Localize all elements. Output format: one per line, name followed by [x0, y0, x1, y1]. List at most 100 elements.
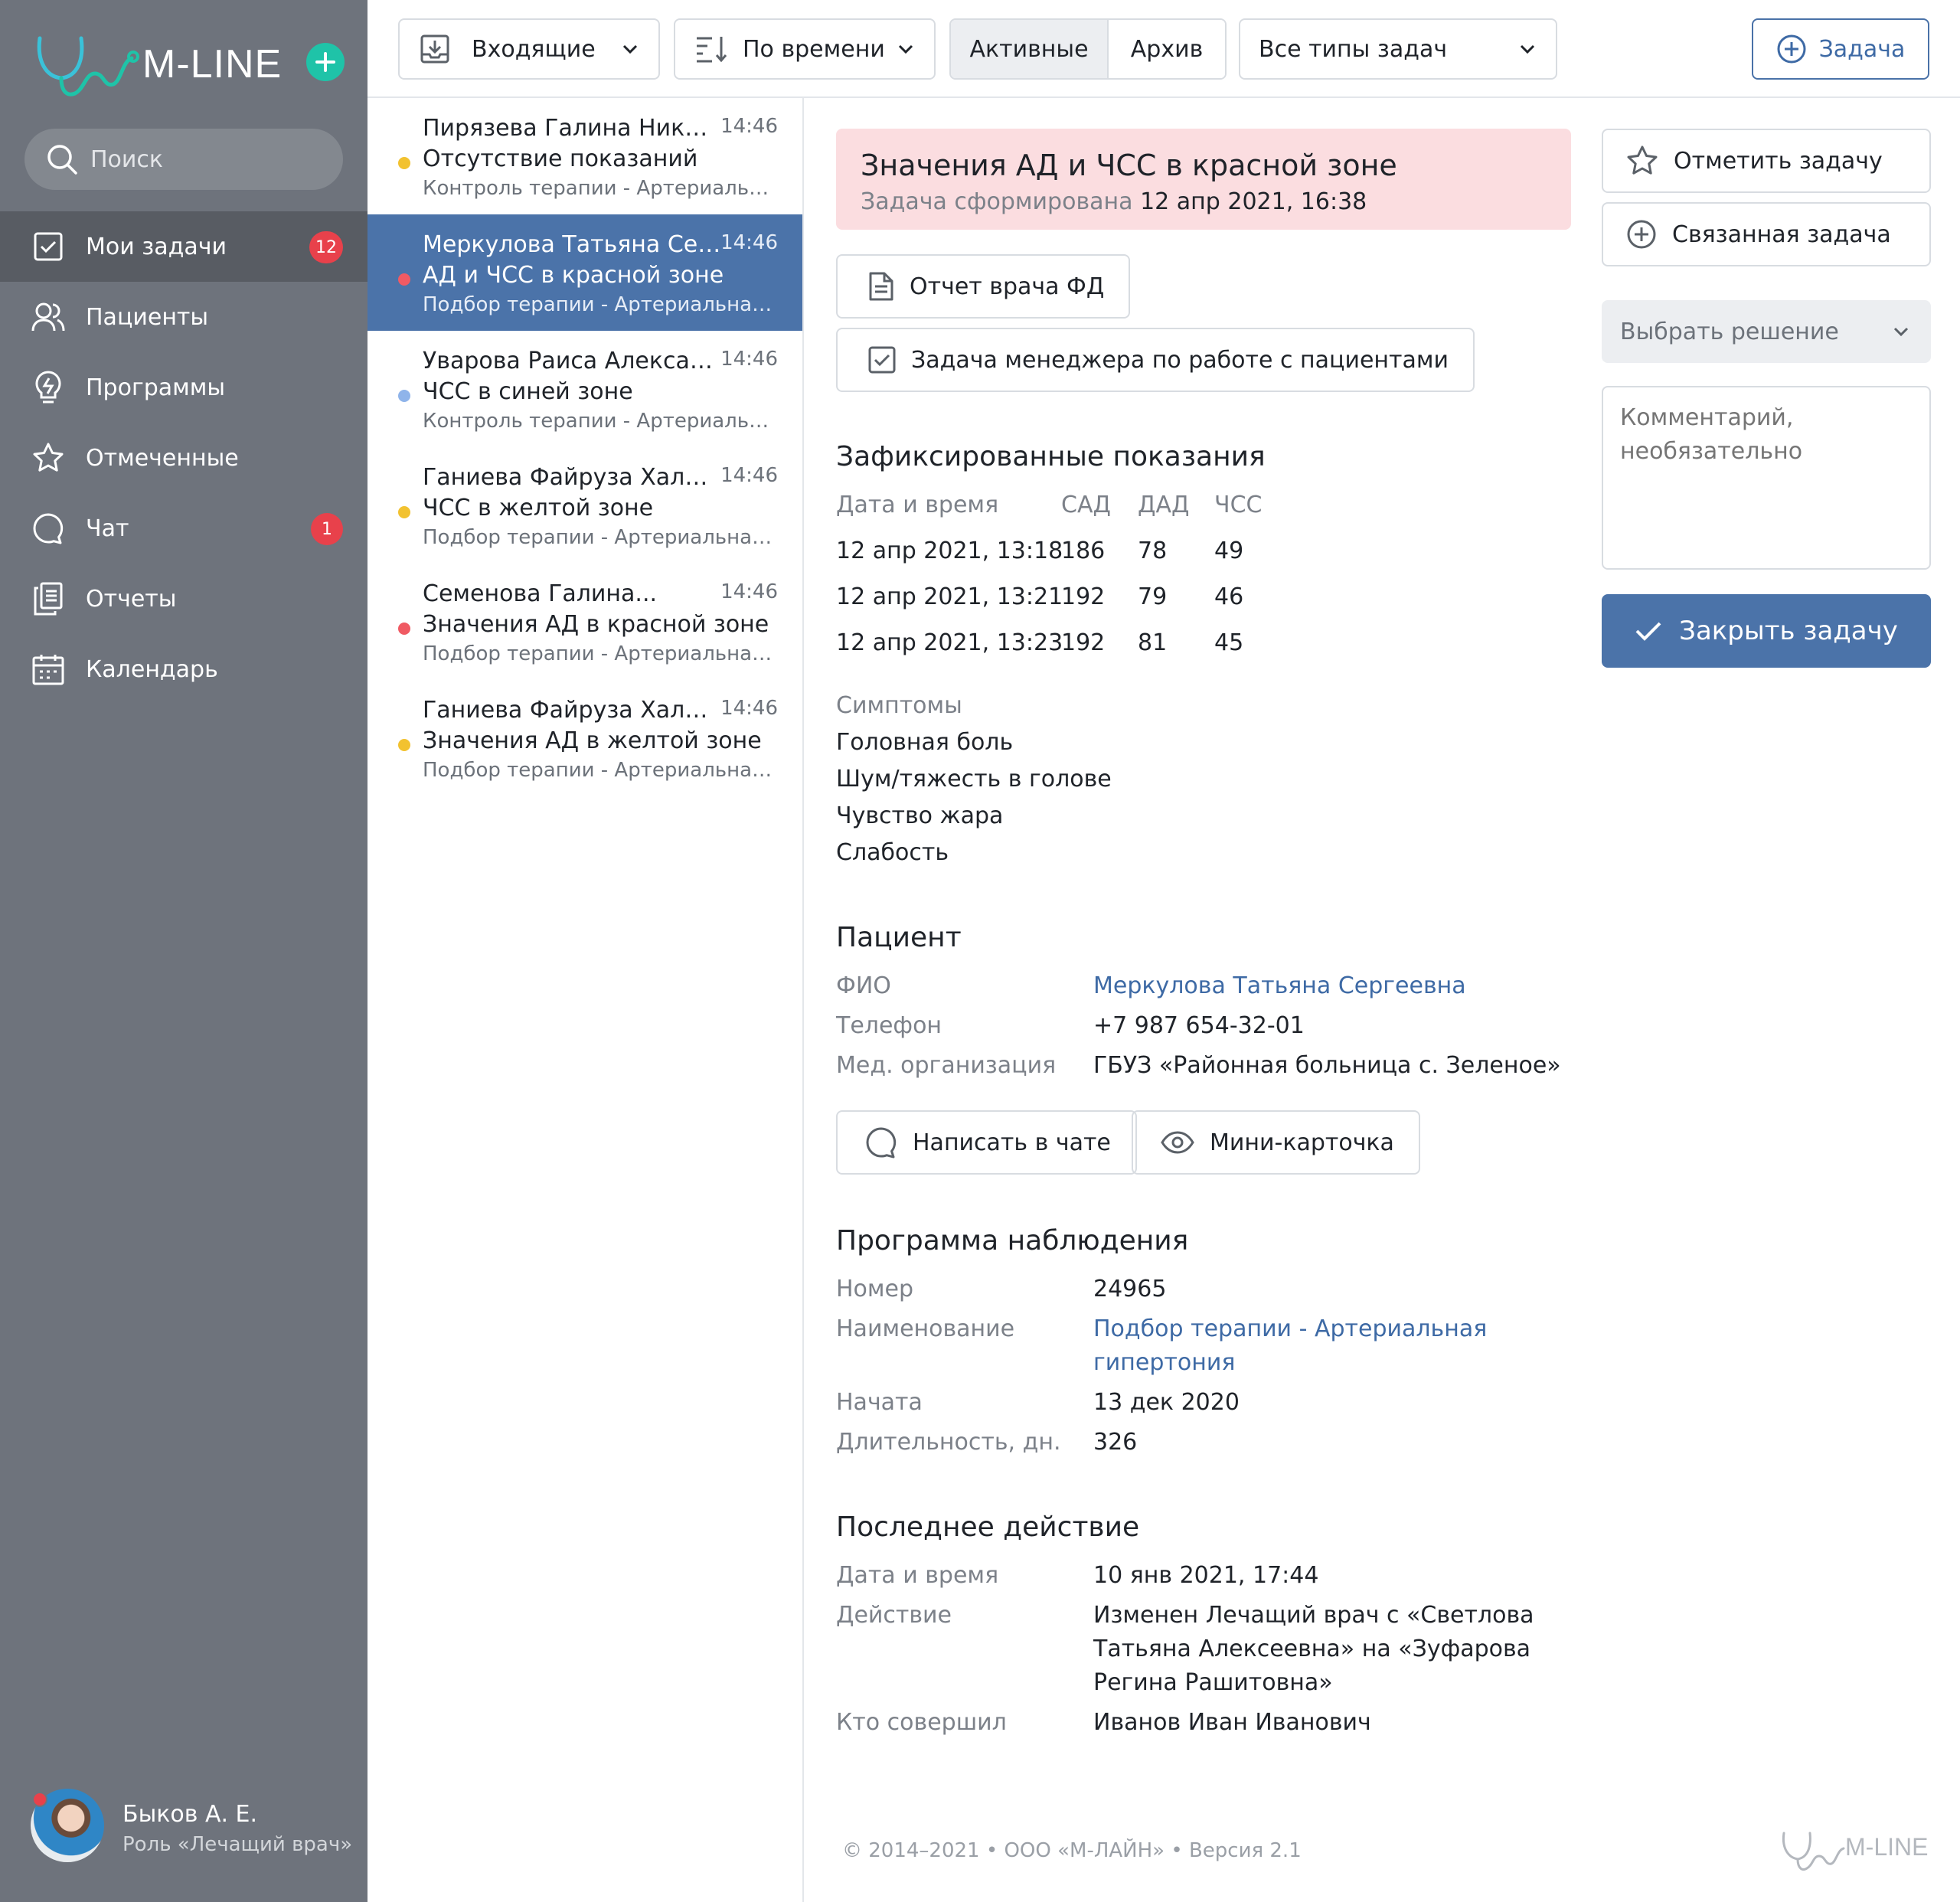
nav-item-my-tasks[interactable]: Мои задачи 12: [0, 211, 368, 282]
related-task-label: Связанная задача: [1672, 221, 1891, 248]
main-nav: Мои задачи 12 Пациенты Программы Отмечен…: [0, 211, 368, 704]
task-patient-name: Семенова Галина...: [423, 580, 658, 607]
task-issue: Значения АД в желтой зоне: [423, 727, 762, 754]
tab-archive[interactable]: Архив: [1109, 20, 1225, 78]
new-task-button[interactable]: Задача: [1752, 18, 1929, 80]
task-patient-name: Уварова Раиса Александ...: [423, 348, 721, 374]
sidebar: M-LINE Поиск Мои задачи 12 Пациенты Прог…: [0, 0, 368, 1902]
task-patient-name: Ганиева Файруза Халим...: [423, 697, 721, 724]
stethoscope-logo-icon: [1782, 1832, 1845, 1871]
tasks-count-badge: 12: [309, 231, 343, 263]
inbox-dropdown[interactable]: Входящие: [398, 18, 660, 80]
write-chat-label: Написать в чате: [913, 1129, 1111, 1156]
symptom-item: Чувство жара: [836, 802, 1004, 829]
sort-icon: [697, 37, 727, 63]
task-time: 14:46: [720, 115, 778, 138]
decision-placeholder: Выбрать решение: [1620, 318, 1839, 345]
task-list-item[interactable]: Ганиева Файруза Халим... 14:46 ЧСС в жел…: [368, 447, 802, 564]
task-list: Пирязева Галина Никол... 14:46 Отсутстви…: [368, 98, 804, 1902]
task-patient-name: Меркулова Татьяна Серг...: [423, 231, 721, 258]
star-icon: [1627, 145, 1658, 175]
task-program: Контроль терапии - Артериальна...: [423, 177, 775, 200]
patient-name-link[interactable]: Меркулова Татьяна Сергеевна: [1093, 972, 1466, 999]
task-issue: Отсутствие показаний: [423, 145, 698, 172]
last-action-date-label: Дата и время: [836, 1562, 999, 1589]
readings-header-date: Дата и время: [836, 492, 999, 518]
task-time: 14:46: [720, 231, 778, 254]
reading-sys: 192: [1061, 583, 1106, 610]
patient-heading: Пациент: [836, 922, 962, 953]
doctor-report-button[interactable]: Отчет врача ФД: [836, 254, 1131, 319]
user-profile[interactable]: Быков А. Е. Роль «Лечащий врач»: [31, 1789, 352, 1873]
manager-task-button[interactable]: Задача менеджера по работе с пациентами: [836, 328, 1475, 392]
document-icon: [869, 272, 893, 301]
priority-dot: [398, 739, 410, 751]
task-created: Задача сформирована 12 апр 2021, 16:38: [861, 188, 1547, 215]
priority-dot: [398, 390, 410, 402]
task-type-dropdown[interactable]: Все типы задач: [1239, 18, 1557, 80]
nav-item-starred[interactable]: Отмеченные: [0, 423, 368, 493]
comment-field[interactable]: [1602, 386, 1931, 570]
last-action-text-line1: Изменен Лечащий врач с «Светлова: [1093, 1602, 1534, 1629]
priority-dot: [398, 623, 410, 635]
related-task-button[interactable]: Связанная задача: [1602, 202, 1931, 266]
task-issue: АД и ЧСС в красной зоне: [423, 262, 724, 289]
program-name-link-cont[interactable]: гипертония: [1093, 1349, 1235, 1376]
program-heading: Программа наблюдения: [836, 1225, 1189, 1257]
task-program: Подбор терапии - Артериальная г...: [423, 759, 775, 782]
nav-label: Пациенты: [86, 303, 209, 331]
task-time: 14:46: [720, 464, 778, 487]
quick-add-button[interactable]: [306, 43, 345, 81]
user-name: Быков А. Е.: [122, 1801, 258, 1828]
status-toggle: Активные Архив: [949, 18, 1227, 80]
inbox-icon: [420, 34, 449, 64]
chevron-down-icon: [898, 44, 913, 54]
patient-org: ГБУЗ «Районная больница с. Зеленое»: [1093, 1052, 1561, 1079]
task-program: Подбор терапии - Артериальная г...: [423, 293, 775, 316]
close-task-button[interactable]: Закрыть задачу: [1602, 594, 1931, 668]
search-input[interactable]: Поиск: [24, 129, 343, 190]
task-patient-name: Ганиева Файруза Халим...: [423, 464, 721, 491]
task-list-item[interactable]: Ганиева Файруза Халим... 14:46 Значения …: [368, 680, 802, 796]
task-list-item[interactable]: Семенова Галина... 14:46 Значения АД в к…: [368, 564, 802, 680]
nav-label: Мои задачи: [86, 233, 227, 260]
reading-date: 12 апр 2021, 13:21: [836, 583, 1063, 610]
task-list-item[interactable]: Уварова Раиса Александ... 14:46 ЧСС в си…: [368, 331, 802, 447]
last-action-date: 10 янв 2021, 17:44: [1093, 1562, 1319, 1589]
priority-dot: [398, 506, 410, 518]
mark-task-button[interactable]: Отметить задачу: [1602, 129, 1931, 193]
mini-card-button[interactable]: Мини-карточка: [1132, 1110, 1420, 1175]
task-list-item-selected[interactable]: Меркулова Татьяна Серг... 14:46 АД и ЧСС…: [368, 214, 802, 331]
chat-count-badge: 1: [311, 513, 343, 545]
checkbox-icon: [31, 229, 66, 264]
program-name-link[interactable]: Подбор терапии - Артериальная: [1093, 1315, 1487, 1342]
nav-item-reports[interactable]: Отчеты: [0, 564, 368, 634]
reading-sys: 186: [1061, 538, 1106, 564]
nav-item-patients[interactable]: Пациенты: [0, 282, 368, 352]
users-icon: [31, 299, 66, 335]
decision-select[interactable]: Выбрать решение: [1602, 300, 1931, 363]
tab-active[interactable]: Активные: [951, 20, 1109, 78]
program-start-label: Начата: [836, 1389, 923, 1416]
reading-dia: 79: [1138, 583, 1168, 610]
program-number-label: Номер: [836, 1276, 914, 1302]
last-action-who: Иванов Иван Иванович: [1093, 1709, 1371, 1736]
task-list-item[interactable]: Пирязева Галина Никол... 14:46 Отсутстви…: [368, 98, 802, 214]
footer-copyright: © 2014–2021 • ООО «М-ЛАЙН» • Версия 2.1: [842, 1839, 1302, 1862]
task-time: 14:46: [720, 348, 778, 371]
checkmark-icon: [1635, 622, 1661, 641]
program-duration: 326: [1093, 1429, 1138, 1456]
documents-icon: [31, 581, 66, 616]
write-chat-button[interactable]: Написать в чате: [836, 1110, 1137, 1175]
calendar-icon: [31, 652, 66, 687]
nav-item-programs[interactable]: Программы: [0, 352, 368, 423]
manager-task-label: Задача менеджера по работе с пациентами: [911, 346, 1449, 374]
nav-item-calendar[interactable]: Календарь: [0, 634, 368, 704]
nav-item-chat[interactable]: Чат 1: [0, 493, 368, 564]
readings-header-hr: ЧСС: [1214, 492, 1263, 518]
task-program: Подбор терапии - Артериальная г...: [423, 642, 775, 665]
sort-dropdown[interactable]: По времени: [674, 18, 936, 80]
toolbar: Входящие По времени Активные Архив Все т…: [368, 0, 1960, 98]
task-issue: Значения АД в красной зоне: [423, 611, 769, 638]
doctor-report-label: Отчет врача ФД: [910, 273, 1105, 300]
